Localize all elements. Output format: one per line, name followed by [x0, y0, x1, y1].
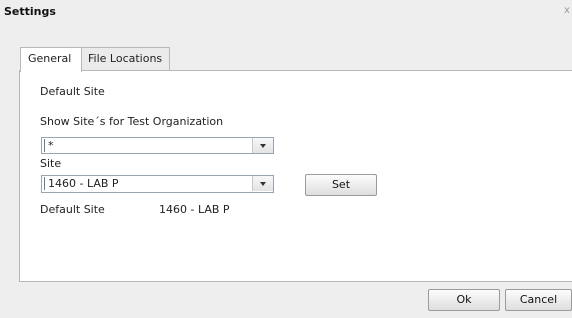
general-panel: Default Site Show Site´s for Test Organi…	[19, 70, 572, 282]
site-label: Site	[40, 157, 62, 170]
site-select-value: 1460 - LAB P	[48, 177, 119, 190]
tab-file-locations-label: File Locations	[88, 52, 163, 65]
chevron-down-icon[interactable]	[252, 176, 273, 191]
show-sites-label: Show Site´s for Test Organization	[40, 115, 224, 128]
close-icon[interactable]: x	[564, 5, 572, 17]
default-site-value: 1460 - LAB P	[159, 203, 230, 216]
title-bar: Settings x	[0, 0, 572, 22]
tab-general-label: General	[28, 52, 72, 65]
tab-file-locations[interactable]: File Locations	[80, 47, 171, 70]
default-site-heading: Default Site	[40, 85, 105, 98]
organization-select-value: *	[48, 139, 54, 152]
site-select[interactable]: 1460 - LAB P	[41, 175, 274, 193]
ok-button[interactable]: Ok	[428, 289, 500, 311]
tab-general[interactable]: General	[20, 47, 82, 72]
default-site-label: Default Site	[40, 203, 105, 216]
organization-select[interactable]: *	[41, 137, 274, 154]
chevron-down-icon[interactable]	[252, 138, 273, 153]
select-left-edge	[44, 177, 45, 190]
cancel-button[interactable]: Cancel	[505, 289, 572, 311]
set-button[interactable]: Set	[305, 174, 377, 196]
window-title: Settings	[4, 5, 56, 18]
select-left-edge	[44, 139, 45, 152]
